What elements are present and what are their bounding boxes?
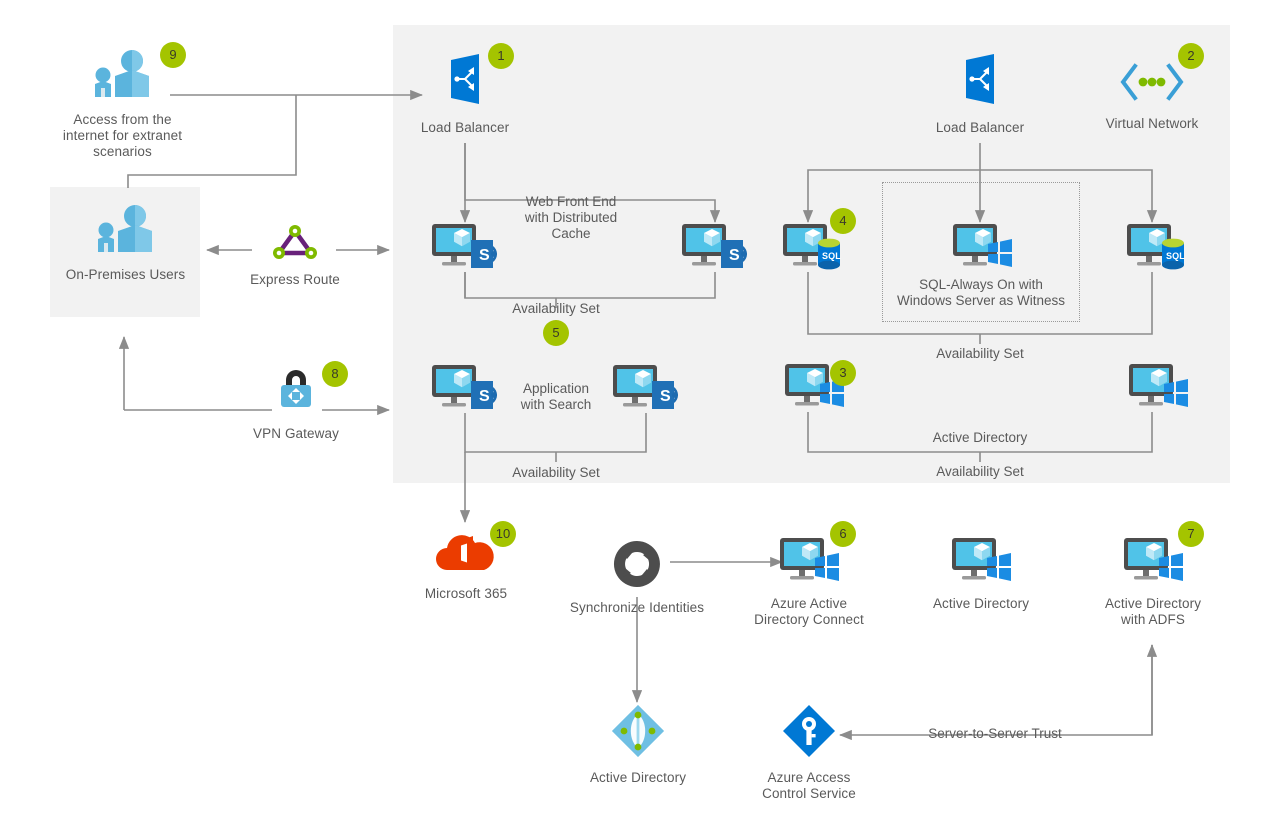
badge-9[interactable]: 9 [160, 42, 186, 68]
windows-vm-icon [1127, 362, 1189, 416]
badge-6[interactable]: 6 [830, 521, 856, 547]
sharepoint-vm-icon: S [430, 363, 500, 417]
windows-vm-icon [920, 536, 1042, 590]
windows-vm-icon [951, 222, 1013, 276]
node-wfe-2[interactable]: S [680, 222, 750, 276]
node-label: Load Balancer [935, 120, 1025, 135]
svg-text:S: S [729, 247, 740, 264]
node-load-balancer-sql[interactable]: Load Balancer [920, 54, 1040, 136]
sharepoint-vm-icon: S [680, 222, 750, 276]
node-label: Azure Active Directory Connect [754, 596, 864, 627]
node-label: Synchronize Identities [569, 600, 705, 615]
people-icon [63, 205, 188, 261]
node-synchronize-identities[interactable]: Synchronize Identities [562, 538, 712, 616]
label-availability-set-ad: Availability Set [936, 464, 1024, 479]
architecture-diagram-canvas: Access from the internet for extranet sc… [0, 0, 1280, 816]
node-azure-active-directory[interactable]: Active Directory [577, 702, 699, 786]
sync-icon [562, 538, 712, 594]
svg-text:SQL: SQL [822, 251, 841, 261]
express-route-icon [235, 222, 355, 266]
node-app-2[interactable]: S [611, 363, 681, 417]
sharepoint-vm-icon: S [430, 222, 500, 276]
node-label: Active Directory [589, 770, 687, 785]
badge-4[interactable]: 4 [830, 208, 856, 234]
svg-text:S: S [479, 247, 490, 264]
badge-7[interactable]: 7 [1178, 521, 1204, 547]
node-app-1[interactable]: S [430, 363, 500, 417]
node-active-directory-vm[interactable]: Active Directory [920, 536, 1042, 612]
node-sql-witness[interactable] [951, 222, 1013, 276]
node-label: Active Directory [932, 596, 1030, 611]
node-label: Access from the internet for extranet sc… [62, 112, 183, 159]
sql-vm-icon: SQL [1125, 222, 1187, 276]
windows-vm-icon [748, 536, 870, 590]
svg-text:S: S [479, 388, 490, 405]
load-balancer-icon [920, 54, 1040, 114]
label-availability-set-wfe: Availability Set [512, 301, 600, 316]
svg-text:S: S [660, 388, 671, 405]
node-sql-2[interactable]: SQL [1125, 222, 1187, 276]
node-label: On-Premises Users [65, 267, 186, 282]
node-azure-access-control-service[interactable]: Azure Access Control Service [748, 702, 870, 802]
badge-10[interactable]: 10 [490, 521, 516, 547]
azure-ad-icon [577, 702, 699, 764]
badge-2[interactable]: 2 [1178, 43, 1204, 69]
svg-text:SQL: SQL [1166, 251, 1185, 261]
node-label: Active Directory with ADFS [1104, 596, 1202, 627]
sharepoint-vm-icon: S [611, 363, 681, 417]
label-sql-always-on: SQL-Always On with Windows Server as Wit… [896, 277, 1066, 308]
badge-1[interactable]: 1 [488, 43, 514, 69]
label-active-directory-group: Active Directory [932, 430, 1028, 445]
node-wfe-1[interactable]: S [430, 222, 500, 276]
label-server-to-server-trust: Server-to-Server Trust [928, 726, 1062, 741]
node-on-premises-users[interactable]: On-Premises Users [63, 205, 188, 283]
node-label: Load Balancer [420, 120, 510, 135]
badge-5[interactable]: 5 [543, 320, 569, 346]
node-label: Azure Access Control Service [762, 770, 856, 801]
node-virtual-network[interactable]: Virtual Network [1092, 58, 1212, 132]
node-ad-vm-2[interactable] [1127, 362, 1189, 416]
node-ad-with-adfs[interactable]: Active Directory with ADFS [1092, 536, 1214, 628]
label-availability-set-sql: Availability Set [936, 346, 1024, 361]
node-aad-connect[interactable]: Azure Active Directory Connect [748, 536, 870, 628]
node-label: Microsoft 365 [424, 586, 508, 601]
node-label: VPN Gateway [253, 426, 339, 441]
node-label: Express Route [250, 272, 340, 287]
label-application-with-search: Application with Search [520, 381, 592, 412]
node-label: Virtual Network [1105, 116, 1199, 131]
badge-8[interactable]: 8 [322, 361, 348, 387]
label-availability-set-app: Availability Set [512, 465, 600, 480]
label-web-front-end: Web Front End with Distributed Cache [524, 194, 618, 241]
node-express-route[interactable]: Express Route [235, 222, 355, 288]
badge-3[interactable]: 3 [830, 360, 856, 386]
